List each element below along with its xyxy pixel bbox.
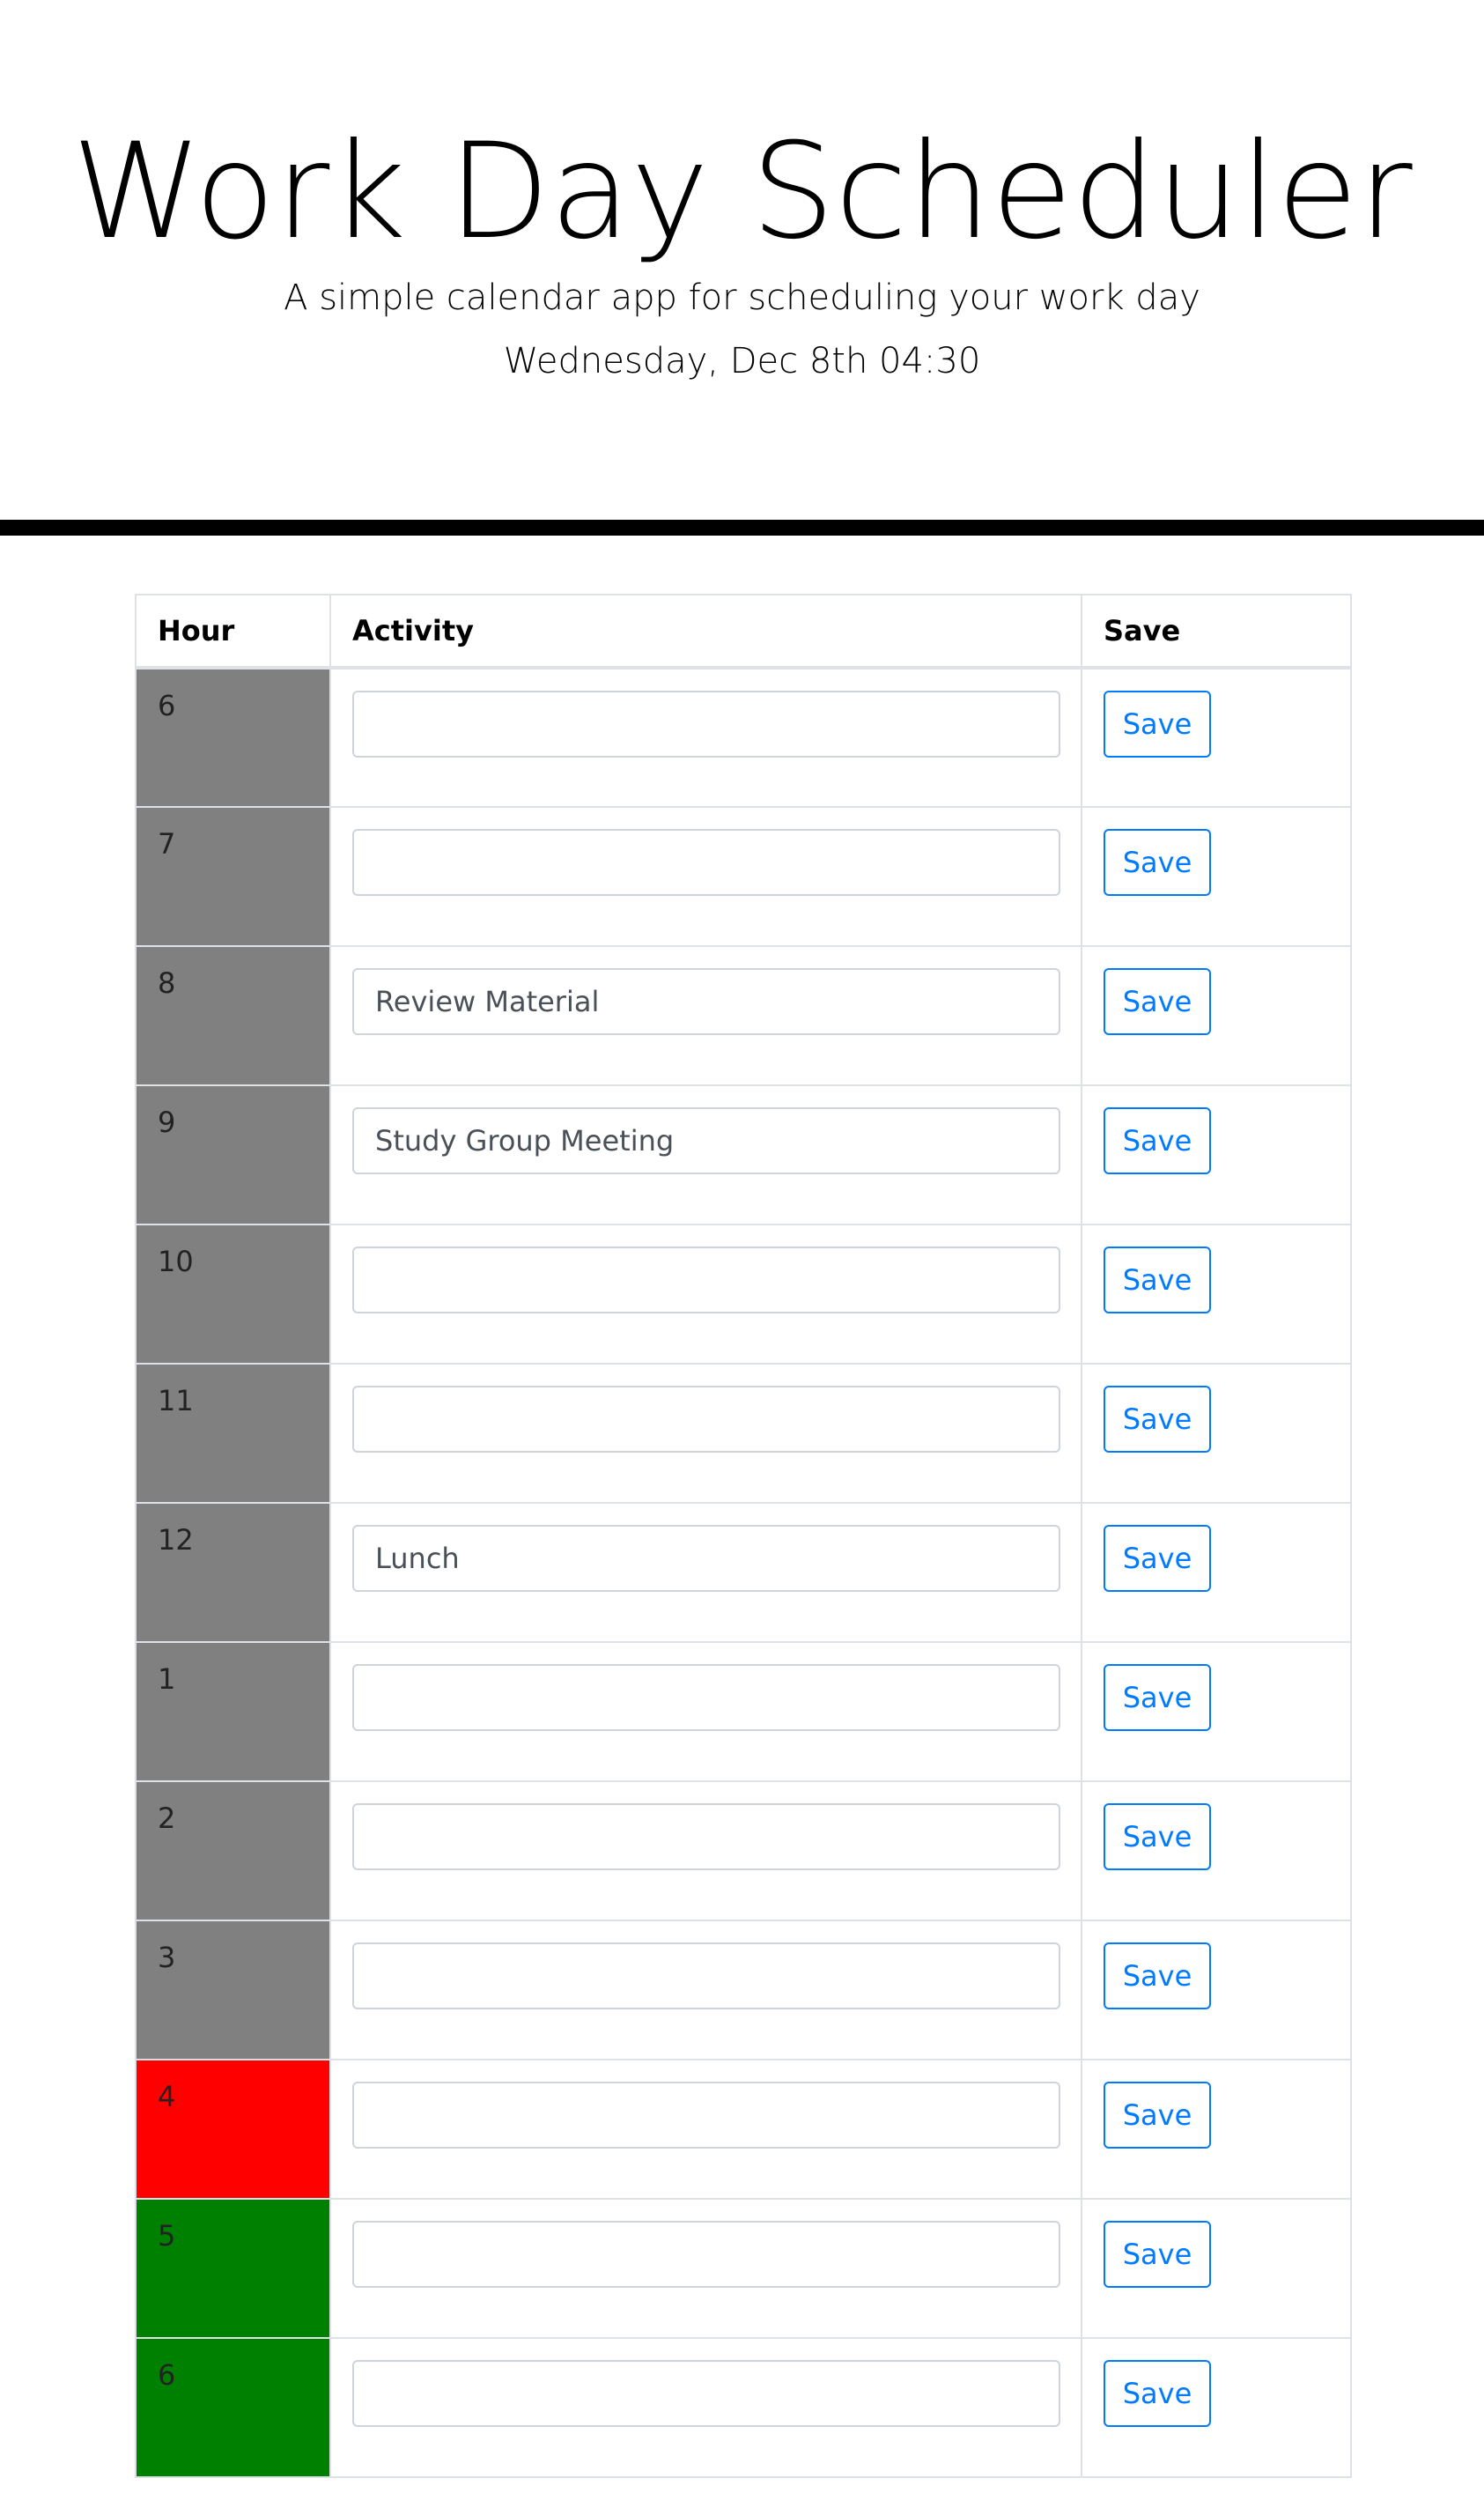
activity-input[interactable] xyxy=(352,2221,1060,2288)
hour-cell: 4 xyxy=(135,2059,331,2200)
table-row: 12 Save xyxy=(135,1502,1352,1643)
table-row: 7 Save xyxy=(135,806,1352,947)
table-row: 3 Save xyxy=(135,1920,1352,2060)
table-row: 2 Save xyxy=(135,1780,1352,1921)
hour-cell: 12 xyxy=(135,1502,331,1643)
schedule-table: Hour Activity Save 6 Save 7 Save 8 Save … xyxy=(135,594,1352,2478)
save-button[interactable]: Save xyxy=(1104,691,1211,758)
hour-cell: 7 xyxy=(135,806,331,947)
table-row: 6 Save xyxy=(135,667,1352,808)
column-header-hour: Hour xyxy=(135,594,331,670)
activity-input[interactable] xyxy=(352,1942,1060,2009)
table-row: 8 Save xyxy=(135,945,1352,1086)
header-divider xyxy=(0,520,1484,536)
table-row: 4 Save xyxy=(135,2059,1352,2200)
table-row: 5 Save xyxy=(135,2198,1352,2339)
hour-cell: 8 xyxy=(135,945,331,1086)
save-button[interactable]: Save xyxy=(1104,829,1211,896)
column-header-save: Save xyxy=(1081,594,1352,670)
save-button[interactable]: Save xyxy=(1104,2221,1211,2288)
save-button[interactable]: Save xyxy=(1104,2082,1211,2149)
save-button[interactable]: Save xyxy=(1104,1386,1211,1453)
activity-input[interactable] xyxy=(352,1664,1060,1731)
hour-cell: 5 xyxy=(135,2198,331,2339)
save-button[interactable]: Save xyxy=(1104,1107,1211,1174)
activity-input[interactable] xyxy=(352,968,1060,1035)
hour-cell: 10 xyxy=(135,1224,331,1365)
activity-input[interactable] xyxy=(352,2360,1060,2427)
table-row: 11 Save xyxy=(135,1363,1352,1504)
activity-input[interactable] xyxy=(352,2082,1060,2149)
save-button[interactable]: Save xyxy=(1104,1664,1211,1731)
current-date: Wednesday, Dec 8th 04:30 xyxy=(503,341,981,381)
activity-input[interactable] xyxy=(352,1803,1060,1870)
activity-input[interactable] xyxy=(352,1525,1060,1592)
page-subtitle: A simple calendar app for scheduling you… xyxy=(284,277,1200,318)
save-button[interactable]: Save xyxy=(1104,1942,1211,2009)
table-row: 6 Save xyxy=(135,2337,1352,2478)
activity-input[interactable] xyxy=(352,1107,1060,1174)
hour-cell: 11 xyxy=(135,1363,331,1504)
save-button[interactable]: Save xyxy=(1104,1803,1211,1870)
table-row: 1 Save xyxy=(135,1641,1352,1782)
activity-input[interactable] xyxy=(352,691,1060,758)
hour-cell: 3 xyxy=(135,1920,331,2060)
save-button[interactable]: Save xyxy=(1104,968,1211,1035)
hour-cell: 1 xyxy=(135,1641,331,1782)
table-row: 9 Save xyxy=(135,1084,1352,1225)
column-header-activity: Activity xyxy=(329,594,1082,670)
save-button[interactable]: Save xyxy=(1104,2360,1211,2427)
activity-input[interactable] xyxy=(352,829,1060,896)
save-button[interactable]: Save xyxy=(1104,1247,1211,1313)
page-title: Work Day Scheduler xyxy=(71,115,1413,269)
hour-cell: 6 xyxy=(135,667,331,808)
hour-cell: 6 xyxy=(135,2337,331,2478)
hour-cell: 9 xyxy=(135,1084,331,1225)
hour-cell: 2 xyxy=(135,1780,331,1921)
header: Work Day Scheduler A simple calendar app… xyxy=(0,0,1484,520)
table-header-row: Hour Activity Save xyxy=(135,594,1352,670)
table-row: 10 Save xyxy=(135,1224,1352,1365)
save-button[interactable]: Save xyxy=(1104,1525,1211,1592)
activity-input[interactable] xyxy=(352,1247,1060,1313)
activity-input[interactable] xyxy=(352,1386,1060,1453)
